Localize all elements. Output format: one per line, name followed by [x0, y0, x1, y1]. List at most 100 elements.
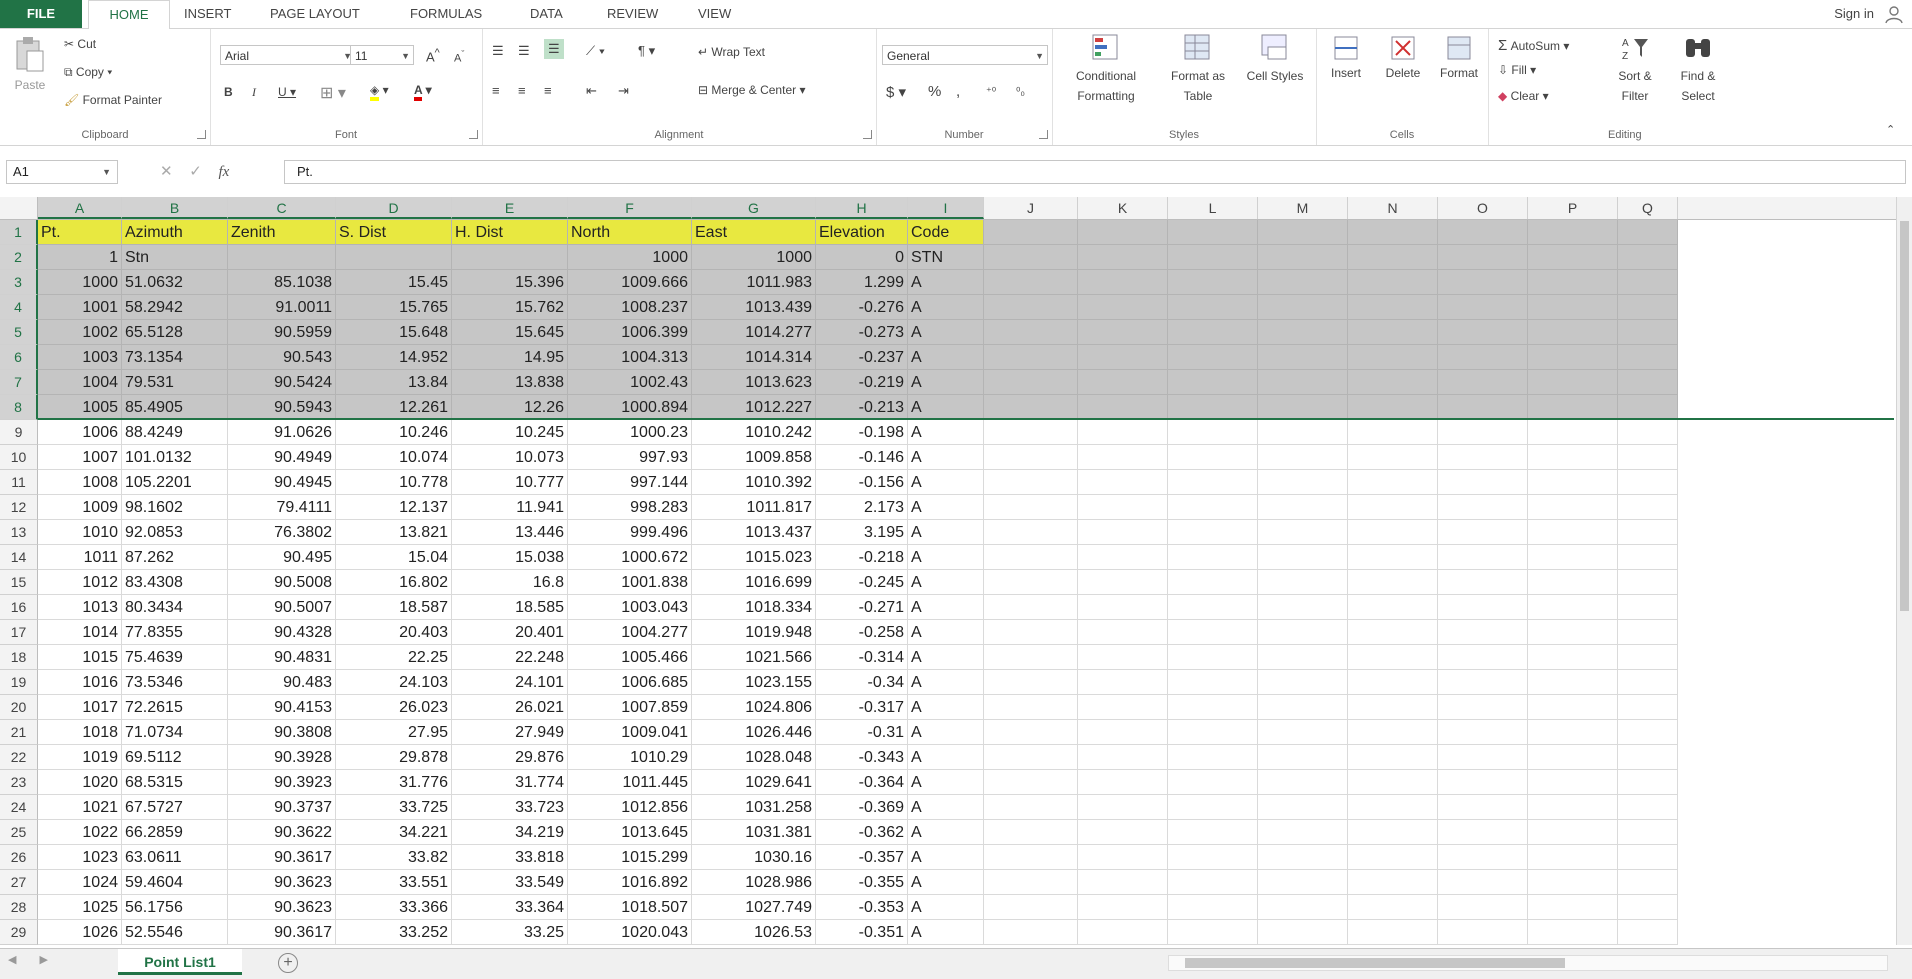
cell-g2[interactable]: 1000 [692, 245, 816, 270]
cell-l26[interactable] [1168, 845, 1258, 870]
cell-n25[interactable] [1348, 820, 1438, 845]
cell-e11[interactable]: 10.777 [452, 470, 568, 495]
row-header[interactable]: 27 [0, 870, 38, 895]
cell-i26[interactable]: A [908, 845, 984, 870]
column-header-h[interactable]: H [816, 197, 908, 219]
cell-h25[interactable]: -0.362 [816, 820, 908, 845]
cell-k25[interactable] [1078, 820, 1168, 845]
cell-h9[interactable]: -0.198 [816, 420, 908, 445]
cell-n19[interactable] [1348, 670, 1438, 695]
cell-o3[interactable] [1438, 270, 1528, 295]
cell-j6[interactable] [984, 345, 1078, 370]
cell-j24[interactable] [984, 795, 1078, 820]
vertical-scroll-thumb[interactable] [1900, 221, 1909, 611]
cell-d14[interactable]: 15.04 [336, 545, 452, 570]
cell-k3[interactable] [1078, 270, 1168, 295]
cell-n14[interactable] [1348, 545, 1438, 570]
cell-n6[interactable] [1348, 345, 1438, 370]
cell-a5[interactable]: 1002 [38, 320, 122, 345]
cell-f12[interactable]: 998.283 [568, 495, 692, 520]
add-sheet-icon[interactable]: + [278, 953, 298, 973]
column-header-f[interactable]: F [568, 197, 692, 219]
cell-a10[interactable]: 1007 [38, 445, 122, 470]
row-header[interactable]: 1 [0, 220, 38, 245]
formula-input[interactable]: Pt. [284, 160, 1906, 184]
cell-d12[interactable]: 12.137 [336, 495, 452, 520]
cell-m14[interactable] [1258, 545, 1348, 570]
cell-l28[interactable] [1168, 895, 1258, 920]
cell-a17[interactable]: 1014 [38, 620, 122, 645]
cell-p29[interactable] [1528, 920, 1618, 945]
format-as-table-button[interactable]: Format as Table [1160, 33, 1236, 106]
cell-a27[interactable]: 1024 [38, 870, 122, 895]
cell-c21[interactable]: 90.3808 [228, 720, 336, 745]
cell-d1[interactable]: S. Dist [336, 220, 452, 245]
cell-m24[interactable] [1258, 795, 1348, 820]
cell-j2[interactable] [984, 245, 1078, 270]
cell-c24[interactable]: 90.3737 [228, 795, 336, 820]
cell-n17[interactable] [1348, 620, 1438, 645]
cell-l1[interactable] [1168, 220, 1258, 245]
cell-o12[interactable] [1438, 495, 1528, 520]
decrease-decimal-button[interactable]: ⁰₀ [1016, 85, 1025, 98]
cell-d10[interactable]: 10.074 [336, 445, 452, 470]
cell-c10[interactable]: 90.4949 [228, 445, 336, 470]
row-header[interactable]: 19 [0, 670, 38, 695]
cell-k22[interactable] [1078, 745, 1168, 770]
cell-l9[interactable] [1168, 420, 1258, 445]
tab-home[interactable]: HOME [88, 0, 170, 30]
cell-p1[interactable] [1528, 220, 1618, 245]
cell-h16[interactable]: -0.271 [816, 595, 908, 620]
cell-n23[interactable] [1348, 770, 1438, 795]
cell-k20[interactable] [1078, 695, 1168, 720]
tab-page-layout[interactable]: PAGE LAYOUT [270, 0, 360, 28]
row-header[interactable]: 17 [0, 620, 38, 645]
cell-o7[interactable] [1438, 370, 1528, 395]
cell-n22[interactable] [1348, 745, 1438, 770]
row-header[interactable]: 24 [0, 795, 38, 820]
cell-i4[interactable]: A [908, 295, 984, 320]
column-header-g[interactable]: G [692, 197, 816, 219]
cell-i18[interactable]: A [908, 645, 984, 670]
cell-g4[interactable]: 1013.439 [692, 295, 816, 320]
cell-e16[interactable]: 18.585 [452, 595, 568, 620]
cell-k9[interactable] [1078, 420, 1168, 445]
cell-q28[interactable] [1618, 895, 1678, 920]
cell-b13[interactable]: 92.0853 [122, 520, 228, 545]
cell-m2[interactable] [1258, 245, 1348, 270]
cell-b12[interactable]: 98.1602 [122, 495, 228, 520]
cell-l8[interactable] [1168, 395, 1258, 420]
cell-a7[interactable]: 1004 [38, 370, 122, 395]
cell-l4[interactable] [1168, 295, 1258, 320]
cell-j13[interactable] [984, 520, 1078, 545]
conditional-formatting-button[interactable]: Conditional Formatting [1064, 33, 1148, 106]
cell-d5[interactable]: 15.648 [336, 320, 452, 345]
cell-q2[interactable] [1618, 245, 1678, 270]
cell-b1[interactable]: Azimuth [122, 220, 228, 245]
cell-f10[interactable]: 997.93 [568, 445, 692, 470]
cell-g20[interactable]: 1024.806 [692, 695, 816, 720]
cell-b10[interactable]: 101.0132 [122, 445, 228, 470]
cell-p11[interactable] [1528, 470, 1618, 495]
column-header-k[interactable]: K [1078, 197, 1168, 219]
insert-function-icon[interactable]: fx [219, 164, 230, 180]
cell-q15[interactable] [1618, 570, 1678, 595]
cell-p3[interactable] [1528, 270, 1618, 295]
cell-o23[interactable] [1438, 770, 1528, 795]
cell-c5[interactable]: 90.5959 [228, 320, 336, 345]
cell-n2[interactable] [1348, 245, 1438, 270]
column-header-q[interactable]: Q [1618, 197, 1678, 219]
cell-h23[interactable]: -0.364 [816, 770, 908, 795]
cell-b3[interactable]: 51.0632 [122, 270, 228, 295]
cell-d8[interactable]: 12.261 [336, 395, 452, 420]
cell-c23[interactable]: 90.3923 [228, 770, 336, 795]
cell-f28[interactable]: 1018.507 [568, 895, 692, 920]
row-header[interactable]: 10 [0, 445, 38, 470]
row-header[interactable]: 13 [0, 520, 38, 545]
cell-n7[interactable] [1348, 370, 1438, 395]
cell-b19[interactable]: 73.5346 [122, 670, 228, 695]
cell-p22[interactable] [1528, 745, 1618, 770]
cell-d2[interactable] [336, 245, 452, 270]
cell-l22[interactable] [1168, 745, 1258, 770]
cell-m20[interactable] [1258, 695, 1348, 720]
